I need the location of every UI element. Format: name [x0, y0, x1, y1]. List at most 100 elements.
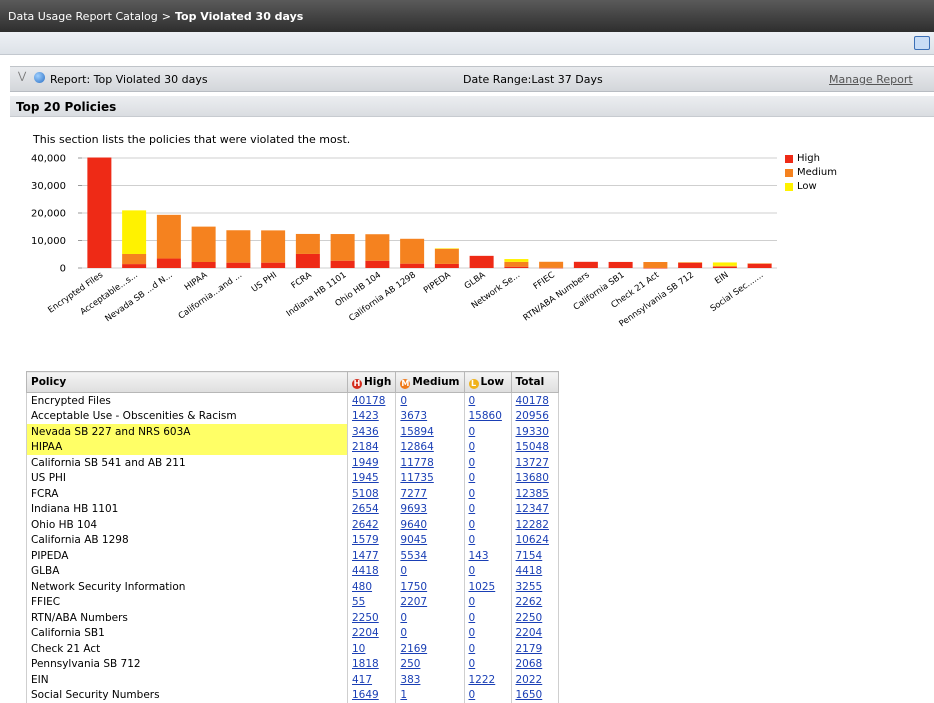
medium-count-link[interactable]: 9693 — [400, 503, 427, 515]
low-count-link[interactable]: 0 — [469, 457, 476, 469]
bar-high-segment[interactable] — [678, 263, 702, 268]
medium-count-link[interactable]: 383 — [400, 674, 420, 686]
high-count-link[interactable]: 2250 — [352, 612, 379, 624]
bar-medium-segment[interactable] — [157, 215, 181, 259]
col-high[interactable]: HHigh — [348, 372, 396, 393]
bar-high-segment[interactable] — [261, 263, 285, 268]
medium-count-link[interactable]: 9640 — [400, 519, 427, 531]
col-total[interactable]: Total — [511, 372, 558, 393]
bar-low-segment[interactable] — [713, 262, 737, 265]
high-count-link[interactable]: 2204 — [352, 627, 379, 639]
low-count-link[interactable]: 0 — [469, 395, 476, 407]
high-count-link[interactable]: 2654 — [352, 503, 379, 515]
high-count-link[interactable]: 1818 — [352, 658, 379, 670]
total-count-link[interactable]: 13727 — [516, 457, 549, 469]
bar-high-segment[interactable] — [539, 268, 563, 269]
high-count-link[interactable]: 4418 — [352, 565, 379, 577]
medium-count-link[interactable]: 1750 — [400, 581, 427, 593]
medium-count-link[interactable]: 0 — [400, 565, 407, 577]
bar-high-segment[interactable] — [435, 264, 459, 268]
high-count-link[interactable]: 1949 — [352, 457, 379, 469]
bar-medium-segment[interactable] — [331, 234, 355, 261]
bar-high-segment[interactable] — [192, 262, 216, 268]
medium-count-link[interactable]: 12864 — [400, 441, 433, 453]
medium-count-link[interactable]: 0 — [400, 627, 407, 639]
bar-high-segment[interactable] — [296, 254, 320, 268]
medium-count-link[interactable]: 11778 — [400, 457, 433, 469]
high-count-link[interactable]: 2642 — [352, 519, 379, 531]
low-count-link[interactable]: 0 — [469, 488, 476, 500]
bar-low-segment[interactable] — [122, 210, 146, 254]
col-medium[interactable]: MMedium — [396, 372, 464, 393]
bar-medium-segment[interactable] — [539, 262, 563, 268]
high-count-link[interactable]: 55 — [352, 596, 365, 608]
bar-high-segment[interactable] — [609, 262, 633, 268]
bar-medium-segment[interactable] — [226, 230, 250, 262]
high-count-link[interactable]: 40178 — [352, 395, 385, 407]
bar-high-segment[interactable] — [574, 262, 598, 268]
bar-medium-segment[interactable] — [400, 239, 424, 264]
total-count-link[interactable]: 12347 — [516, 503, 549, 515]
bar-high-segment[interactable] — [504, 267, 528, 268]
total-count-link[interactable]: 2250 — [516, 612, 543, 624]
bar-high-segment[interactable] — [87, 158, 111, 268]
total-count-link[interactable]: 20956 — [516, 410, 549, 422]
total-count-link[interactable]: 12282 — [516, 519, 549, 531]
medium-count-link[interactable]: 5534 — [400, 550, 427, 562]
bar-low-segment[interactable] — [435, 248, 459, 249]
total-count-link[interactable]: 1650 — [516, 689, 543, 701]
bar-medium-segment[interactable] — [261, 230, 285, 262]
high-count-link[interactable]: 1477 — [352, 550, 379, 562]
high-count-link[interactable]: 417 — [352, 674, 372, 686]
bar-high-segment[interactable] — [470, 256, 494, 268]
low-count-link[interactable]: 0 — [469, 627, 476, 639]
high-count-link[interactable]: 1649 — [352, 689, 379, 701]
low-count-link[interactable]: 0 — [469, 596, 476, 608]
bar-high-segment[interactable] — [748, 263, 772, 268]
medium-count-link[interactable]: 0 — [400, 395, 407, 407]
total-count-link[interactable]: 19330 — [516, 426, 549, 438]
low-count-link[interactable]: 0 — [469, 426, 476, 438]
low-count-link[interactable]: 0 — [469, 689, 476, 701]
low-count-link[interactable]: 0 — [469, 565, 476, 577]
bar-medium-segment[interactable] — [748, 263, 772, 264]
medium-count-link[interactable]: 9045 — [400, 534, 427, 546]
low-count-link[interactable]: 1222 — [469, 674, 496, 686]
bar-high-segment[interactable] — [331, 261, 355, 268]
total-count-link[interactable]: 2204 — [516, 627, 543, 639]
medium-count-link[interactable]: 11735 — [400, 472, 433, 484]
total-count-link[interactable]: 2068 — [516, 658, 543, 670]
total-count-link[interactable]: 12385 — [516, 488, 549, 500]
bar-medium-segment[interactable] — [122, 254, 146, 264]
bar-medium-segment[interactable] — [504, 262, 528, 267]
medium-count-link[interactable]: 250 — [400, 658, 420, 670]
low-count-link[interactable]: 0 — [469, 441, 476, 453]
bar-high-segment[interactable] — [643, 268, 667, 269]
total-count-link[interactable]: 15048 — [516, 441, 549, 453]
bar-high-segment[interactable] — [157, 259, 181, 268]
low-count-link[interactable]: 143 — [469, 550, 489, 562]
total-count-link[interactable]: 2022 — [516, 674, 543, 686]
low-count-link[interactable]: 15860 — [469, 410, 502, 422]
bar-medium-segment[interactable] — [365, 234, 389, 261]
bar-medium-segment[interactable] — [643, 262, 667, 268]
high-count-link[interactable]: 480 — [352, 581, 372, 593]
medium-count-link[interactable]: 7277 — [400, 488, 427, 500]
medium-count-link[interactable]: 0 — [400, 612, 407, 624]
high-count-link[interactable]: 1423 — [352, 410, 379, 422]
high-count-link[interactable]: 1579 — [352, 534, 379, 546]
low-count-link[interactable]: 0 — [469, 658, 476, 670]
medium-count-link[interactable]: 2207 — [400, 596, 427, 608]
high-count-link[interactable]: 1945 — [352, 472, 379, 484]
medium-count-link[interactable]: 15894 — [400, 426, 433, 438]
total-count-link[interactable]: 7154 — [516, 550, 543, 562]
total-count-link[interactable]: 40178 — [516, 395, 549, 407]
low-count-link[interactable]: 0 — [469, 612, 476, 624]
bar-medium-segment[interactable] — [678, 262, 702, 263]
low-count-link[interactable]: 1025 — [469, 581, 496, 593]
bar-high-segment[interactable] — [713, 267, 737, 268]
total-count-link[interactable]: 2262 — [516, 596, 543, 608]
high-count-link[interactable]: 2184 — [352, 441, 379, 453]
medium-count-link[interactable]: 3673 — [400, 410, 427, 422]
total-count-link[interactable]: 10624 — [516, 534, 549, 546]
